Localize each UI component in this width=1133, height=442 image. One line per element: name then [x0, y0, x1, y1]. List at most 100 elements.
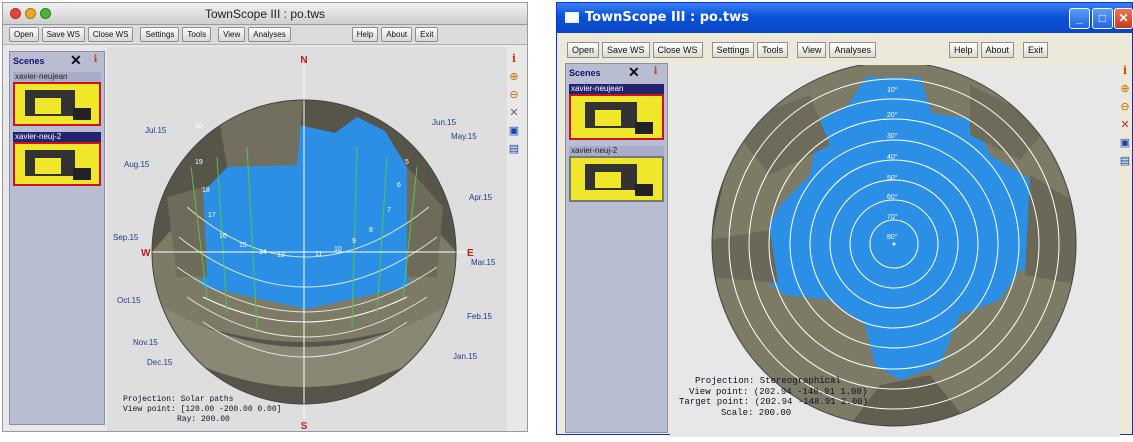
view-point-text: View point: [120.00 -200.00 0.00] [123, 405, 282, 414]
scene-name: xavier-neuj-2 [13, 132, 101, 142]
hour-label: 15 [239, 242, 247, 249]
scale-text: Scale: 200.00 [721, 407, 792, 418]
scene-name: xavier-neujean [569, 84, 664, 94]
townscope-window-xp: TownScope III : po.tws _ □ ✕ Open Save W… [556, 2, 1133, 437]
hour-label: 20 [195, 123, 203, 130]
altitude-label: 60° [887, 193, 898, 201]
hour-label: 9 [352, 238, 356, 245]
exit-button[interactable]: Exit [415, 27, 439, 42]
hour-label: 8 [369, 227, 373, 234]
title-bar[interactable]: TownScope III : po.tws [3, 3, 527, 25]
scenes-panel: Scenes ✕ i xavier-neujean xavier-neuj-2 [9, 51, 105, 425]
date-label: Feb.15 [467, 312, 492, 321]
info-icon[interactable]: i [508, 53, 520, 65]
zoom-out-icon[interactable]: ⊖ [1119, 101, 1131, 113]
tools-button[interactable]: Tools [182, 27, 212, 42]
open-button[interactable]: Open [9, 27, 39, 42]
view-button[interactable]: View [797, 42, 827, 58]
scene-thumbnail [569, 156, 664, 202]
side-tools: i ⊕ ⊖ ✕ ▣ ▤ [508, 53, 526, 161]
tools-button[interactable]: Tools [757, 42, 789, 58]
settings-button[interactable]: Settings [711, 42, 755, 58]
hour-label: 11 [315, 251, 322, 258]
south-label: S [301, 421, 308, 431]
close-view-icon[interactable]: ✕ [508, 107, 520, 119]
view-point-text: View point: (202.94 -148.91 1.00) [689, 386, 868, 397]
open-button[interactable]: Open [567, 42, 600, 58]
help-button[interactable]: Help [949, 42, 978, 58]
altitude-label: 50° [887, 174, 898, 182]
close-ws-button[interactable]: Close WS [87, 27, 134, 42]
hour-label: 18 [202, 187, 210, 194]
info-icon[interactable]: i [650, 66, 661, 78]
date-label: Jan.15 [453, 352, 478, 361]
scene-name: xavier-neujean [13, 72, 101, 82]
hour-label: 7 [387, 207, 391, 214]
scene-thumbnail [13, 82, 101, 126]
scene-item[interactable]: xavier-neuj-2 [13, 132, 101, 186]
scene-thumbnail [13, 142, 101, 186]
date-label: Sep.15 [113, 233, 139, 242]
scene-name: xavier-neuj-2 [569, 146, 664, 156]
altitude-label: 30° [887, 132, 898, 140]
west-label: W [141, 248, 151, 259]
maximize-window-button[interactable]: □ [1092, 8, 1113, 29]
townscope-window-mac: TownScope III : po.tws Open Save WS Clos… [2, 2, 528, 432]
analyses-button[interactable]: Analyses [829, 42, 876, 58]
help-button[interactable]: Help [351, 27, 379, 42]
solar-path-view[interactable]: N S E W Jul.15 Aug.15 Sep.15 Oct.15 Nov.… [107, 47, 507, 432]
view-info: Projection: Solar paths View point: [120… [123, 395, 281, 425]
window-title: TownScope III : po.tws [585, 10, 749, 25]
ray-text: Ray: 200.00 [177, 415, 230, 424]
settings-button[interactable]: Settings [140, 27, 180, 42]
info-icon[interactable]: i [1119, 65, 1131, 77]
save-ws-button[interactable]: Save WS [602, 42, 650, 58]
date-label: May.15 [451, 132, 477, 141]
north-label: N [300, 55, 307, 66]
hour-label: 10 [334, 246, 342, 253]
altitude-label: 80° [887, 233, 898, 241]
analyses-button[interactable]: Analyses [248, 27, 291, 42]
altitude-label: 20° [887, 111, 898, 119]
altitude-label: 40° [887, 153, 898, 161]
camera-icon[interactable]: ▣ [508, 125, 520, 137]
hour-label: 5 [405, 159, 409, 166]
zoom-out-icon[interactable]: ⊖ [508, 89, 520, 101]
about-button[interactable]: About [381, 27, 413, 42]
scene-item[interactable]: xavier-neujean [569, 84, 664, 140]
minimize-window-button[interactable]: _ [1069, 8, 1090, 29]
close-view-icon[interactable]: ✕ [1119, 119, 1131, 131]
hour-label: 16 [219, 233, 227, 240]
view-info: Projection: Stereographical View point: … [679, 376, 868, 418]
scene-item[interactable]: xavier-neujean [13, 72, 101, 126]
side-tools: i ⊕ ⊖ ✕ ▣ ▤ [1119, 65, 1133, 173]
projection-text: Projection: Solar paths [123, 395, 234, 404]
info-icon[interactable]: i [90, 54, 101, 66]
camera-icon[interactable]: ▣ [1119, 137, 1131, 149]
zoom-in-icon[interactable]: ⊕ [1119, 83, 1131, 95]
projection-text: Projection: Stereographical [695, 376, 841, 386]
close-ws-button[interactable]: Close WS [652, 42, 703, 58]
hour-label: 13 [277, 252, 285, 259]
title-bar[interactable]: TownScope III : po.tws _ □ ✕ [557, 3, 1133, 33]
video-camera-icon[interactable]: ▤ [508, 143, 520, 155]
altitude-label: 70° [887, 213, 898, 221]
scene-item[interactable]: xavier-neuj-2 [569, 146, 664, 202]
window-title: TownScope III : po.tws [204, 7, 326, 21]
hour-label: 14 [259, 249, 267, 256]
delete-scene-icon[interactable]: ✕ [628, 64, 640, 81]
scenes-label: Scenes [569, 68, 601, 78]
video-camera-icon[interactable]: ▤ [1119, 155, 1131, 167]
toolbar: Open Save WS Close WS Settings Tools Vie… [557, 40, 1132, 60]
close-window-button[interactable]: ✕ [1114, 8, 1133, 29]
delete-scene-icon[interactable]: ✕ [70, 52, 82, 69]
hour-label: 6 [397, 182, 401, 189]
date-label: Jun.15 [432, 118, 457, 127]
exit-button[interactable]: Exit [1023, 42, 1049, 58]
zoom-in-icon[interactable]: ⊕ [508, 71, 520, 83]
about-button[interactable]: About [980, 42, 1015, 58]
view-button[interactable]: View [218, 27, 246, 42]
date-label: Aug.15 [124, 160, 150, 169]
save-ws-button[interactable]: Save WS [41, 27, 85, 42]
hour-label: 19 [195, 159, 203, 166]
